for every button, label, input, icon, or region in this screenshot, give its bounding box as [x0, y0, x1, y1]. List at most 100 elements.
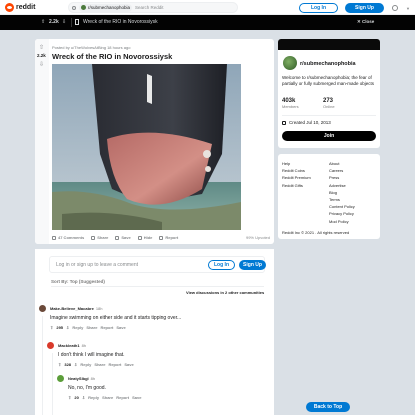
comment-score: 20 — [74, 395, 79, 400]
footer-link[interactable]: Privacy Policy — [329, 210, 355, 217]
post-media-image[interactable] — [52, 64, 241, 230]
login-prompt-text: Log in or sign up to leave a comment — [56, 261, 138, 268]
user-menu[interactable]: ▼ — [392, 4, 410, 12]
post-actions: 47 Comments Share Save Hide Report 99% U… — [52, 235, 270, 240]
comment-signup-button[interactable]: Sign Up — [239, 260, 266, 270]
view-other-discussions-link[interactable]: View discussions in 2 other communities — [186, 290, 264, 295]
avatar[interactable] — [39, 305, 46, 312]
share-button[interactable]: Share — [102, 395, 113, 400]
comment-login-button[interactable]: Log In — [208, 260, 235, 270]
downvote-icon[interactable]: ⇩ — [74, 362, 77, 367]
downvote-icon[interactable]: ⇩ — [62, 19, 66, 25]
top-header: reddit r/submechanophobia Search Reddit … — [0, 0, 415, 15]
footer-link[interactable]: Mod Policy — [329, 218, 355, 225]
user-icon — [392, 5, 398, 11]
login-button[interactable]: Log In — [299, 3, 338, 13]
post-bar-title: Wreck of the RIO in Novorossiysk — [83, 19, 158, 25]
community-description: Welcome to r/submechanophobia; the fear … — [282, 75, 375, 86]
comment-actions: ⇧ 20 ⇩ Reply Share Report Save — [68, 395, 144, 400]
search-input[interactable]: Search Reddit — [135, 5, 164, 10]
report-button[interactable]: Report — [159, 235, 178, 240]
close-button[interactable]: ✕ Close — [357, 19, 374, 25]
reply-button[interactable]: Reply — [72, 325, 83, 330]
footer-link[interactable]: Terms — [329, 196, 355, 203]
upvote-icon[interactable]: ⇧ — [39, 44, 44, 51]
footer-link[interactable]: Advertise — [329, 182, 355, 189]
footer-link[interactable]: Content Policy — [329, 203, 355, 210]
save-label: Save — [121, 235, 131, 240]
downvote-icon[interactable]: ⇩ — [66, 325, 69, 330]
footer-link[interactable]: Careers — [329, 167, 355, 174]
join-button[interactable]: Join — [282, 131, 376, 141]
online-stat: 273 Online — [323, 98, 335, 109]
upvote-icon[interactable]: ⇧ — [68, 395, 71, 400]
search-bar[interactable]: r/submechanophobia Search Reddit — [68, 2, 238, 13]
comments-section: Log in or sign up to leave a comment Log… — [35, 249, 274, 415]
comment-header: Make-Believe_Macabre 18h — [50, 306, 103, 311]
copyright: Reddit Inc © 2021 . All rights reserved — [282, 230, 350, 235]
comments-button[interactable]: 47 Comments — [52, 235, 84, 240]
upvote-icon[interactable]: ⇧ — [41, 19, 45, 25]
community-banner — [278, 39, 380, 50]
reply-button[interactable]: Reply — [88, 395, 99, 400]
post-meta: Posted by u/TheWolvesAtBing 18 hours ago — [52, 45, 131, 50]
downvote-icon[interactable]: ⇩ — [39, 61, 44, 68]
reply-button[interactable]: Reply — [80, 362, 91, 367]
members-stat: 403k Members — [282, 98, 299, 109]
comment-username[interactable]: NeatySlbgl — [68, 376, 89, 381]
created-date: Created Jul 10, 2013 — [282, 120, 331, 125]
post-score: 2.2k — [37, 53, 46, 58]
login-prompt: Log in or sign up to leave a comment Log… — [49, 256, 266, 273]
upvote-icon[interactable]: ⇧ — [58, 362, 61, 367]
community-avatar[interactable] — [283, 56, 297, 70]
save-button[interactable]: Save — [115, 235, 131, 240]
comments-label: 47 Comments — [58, 235, 85, 240]
footer-link[interactable]: Press — [329, 174, 355, 181]
share-button[interactable]: Share — [91, 235, 108, 240]
comment-username[interactable]: Mackleath1 — [58, 343, 80, 348]
comment-time: 8h — [90, 376, 96, 381]
comment-actions: ⇧ 328 ⇩ Reply Share Report Save — [58, 362, 137, 367]
chevron-down-icon: ▼ — [406, 5, 410, 11]
downvote-icon[interactable]: ⇩ — [82, 395, 85, 400]
share-icon — [91, 235, 96, 240]
share-button[interactable]: Share — [94, 362, 105, 367]
ship-wreck-image — [52, 64, 241, 230]
post-top-bar: ⇧ 2.2k ⇩ Wreck of the RIO in Novorossiys… — [0, 15, 415, 30]
report-button[interactable]: Report — [100, 325, 113, 330]
footer-link[interactable]: Reddit Coins — [282, 167, 311, 174]
avatar[interactable] — [57, 375, 64, 382]
comment-username[interactable]: Make-Believe_Macabre — [50, 306, 94, 311]
report-label: Report — [165, 235, 179, 240]
save-button[interactable]: Save — [116, 325, 125, 330]
bookmark-icon — [115, 235, 120, 240]
comment-body: Imagine swimming on either side and it s… — [50, 315, 182, 321]
footer-link[interactable]: Reddit Premium — [282, 174, 311, 181]
comment-score: 295 — [56, 325, 64, 330]
community-name[interactable]: r/submechanophobia — [300, 61, 356, 67]
footer-link[interactable]: Help — [282, 160, 311, 167]
save-button[interactable]: Save — [124, 362, 133, 367]
signup-button[interactable]: Sign Up — [345, 3, 384, 13]
comment-time: 8h — [81, 343, 87, 348]
share-label: Share — [97, 235, 109, 240]
back-to-top-button[interactable]: Back to Top — [306, 402, 350, 412]
upvote-icon[interactable]: ⇧ — [50, 325, 53, 330]
online-label: Online — [323, 104, 335, 109]
footer-link[interactable]: Blog — [329, 189, 355, 196]
community-sidebar: r/submechanophobia Welcome to r/submecha… — [278, 39, 380, 148]
post-card: ⇧ 2.2k ⇩ Posted by u/TheWolvesAtBing 18 … — [35, 39, 274, 244]
save-button[interactable]: Save — [132, 395, 141, 400]
hide-button[interactable]: Hide — [137, 235, 152, 240]
members-label: Members — [282, 104, 299, 109]
divider — [282, 115, 376, 116]
subreddit-chip[interactable]: r/submechanophobia — [79, 3, 133, 12]
report-button[interactable]: Report — [108, 362, 121, 367]
report-button[interactable]: Report — [116, 395, 129, 400]
avatar[interactable] — [47, 342, 54, 349]
footer-link[interactable]: About — [329, 160, 355, 167]
footer-link[interactable]: Reddit Gifts — [282, 182, 311, 189]
share-button[interactable]: Share — [86, 325, 97, 330]
reddit-logo[interactable]: reddit — [5, 2, 35, 12]
sort-dropdown[interactable]: Sort By: Top (Suggested) — [51, 279, 105, 284]
